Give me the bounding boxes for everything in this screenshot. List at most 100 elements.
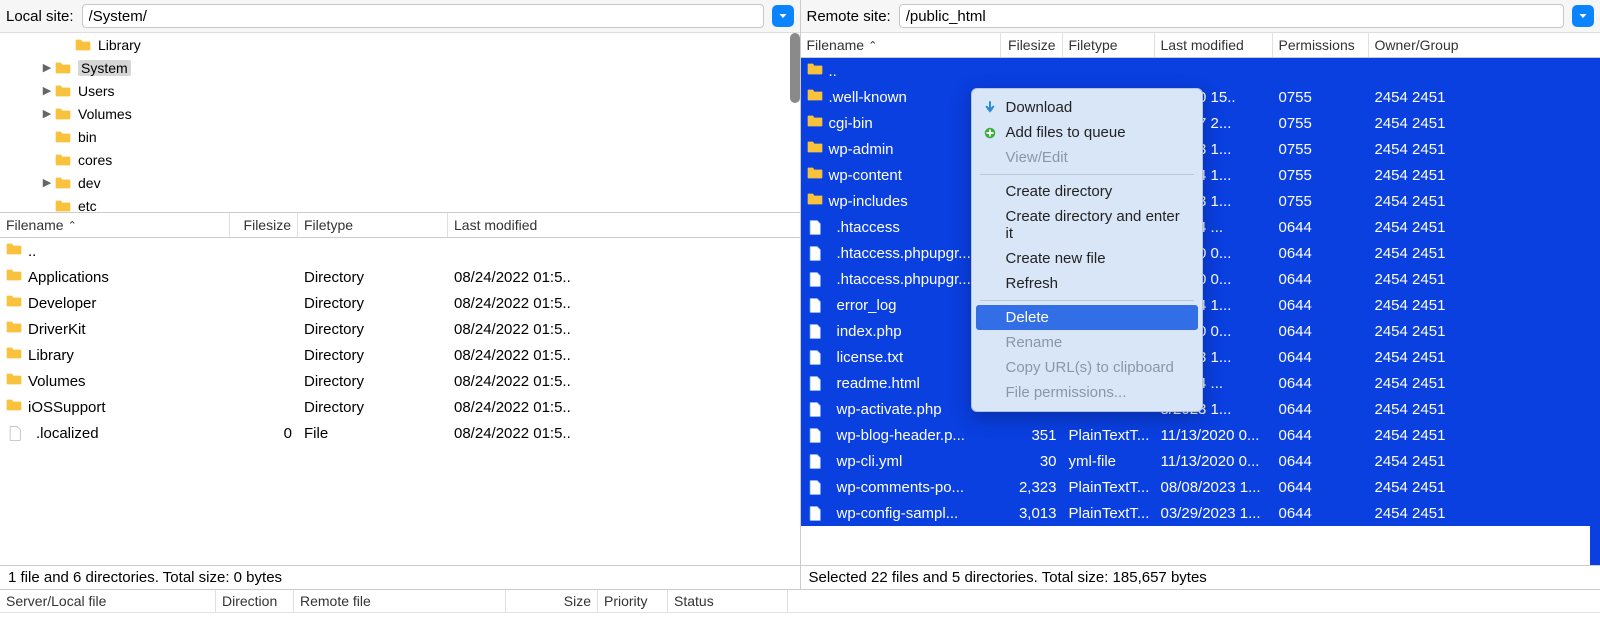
file-owner: 2454 2451 (1369, 349, 1479, 366)
file-name: wp-cli.yml (837, 453, 903, 470)
tree-item[interactable]: ▶Users (0, 79, 800, 102)
file-owner: 2454 2451 (1369, 141, 1479, 158)
col-permissions[interactable]: Permissions (1273, 33, 1369, 57)
file-row[interactable]: VolumesDirectory08/24/2022 01:5.. (0, 368, 800, 394)
col-lastmod[interactable]: Last modified (1155, 33, 1273, 57)
col-filename[interactable]: Filename⌃ (801, 33, 1001, 57)
disclosure-caret[interactable]: ▶ (40, 61, 54, 74)
tree-item[interactable]: Library (0, 33, 800, 56)
tree-item[interactable]: cores (0, 148, 800, 171)
file-row[interactable]: DriverKitDirectory08/24/2022 01:5.. (0, 316, 800, 342)
file-modified: 08/24/2022 01:5.. (448, 399, 608, 416)
file-icon (807, 297, 825, 313)
remote-pane: Remote site: Filename⌃ Filesize Filetype… (801, 0, 1600, 590)
file-name: wp-activate.php (837, 401, 942, 418)
menu-refresh[interactable]: Refresh (972, 271, 1202, 296)
folder-icon (54, 83, 72, 99)
tree-item[interactable]: ▶dev (0, 171, 800, 194)
tree-item[interactable]: bin (0, 125, 800, 148)
menu-download[interactable]: Download (972, 95, 1202, 120)
col-filename[interactable]: Filename⌃ (0, 213, 230, 237)
disclosure-caret[interactable]: ▶ (40, 84, 54, 97)
file-row[interactable]: ApplicationsDirectory08/24/2022 01:5.. (0, 264, 800, 290)
qcol-size[interactable]: Size (506, 590, 598, 612)
qcol-remote[interactable]: Remote file (294, 590, 506, 612)
sort-asc-icon: ⌃ (68, 219, 77, 232)
menu-separator (980, 174, 1194, 175)
tree-item[interactable]: ▶Volumes (0, 102, 800, 125)
file-icon (6, 425, 24, 441)
qcol-status[interactable]: Status (668, 590, 788, 612)
scrollbar[interactable] (1590, 58, 1600, 565)
file-owner: 2454 2451 (1369, 271, 1479, 288)
file-icon (807, 453, 825, 469)
app-root: Local site: Library▶System▶Users▶Volumes… (0, 0, 1600, 625)
file-icon (807, 505, 825, 521)
remote-filelist[interactable]: ...well-known3/2020 15..07552454 2451cgi… (801, 58, 1600, 565)
file-row[interactable]: .. (0, 238, 800, 264)
file-owner: 2454 2451 (1369, 453, 1479, 470)
qcol-priority[interactable]: Priority (598, 590, 668, 612)
col-filesize[interactable]: Filesize (1001, 33, 1063, 57)
file-owner: 2454 2451 (1369, 297, 1479, 314)
col-lastmod[interactable]: Last modified (448, 213, 608, 237)
file-name: Library (28, 347, 74, 364)
file-name: .. (829, 63, 837, 80)
file-row[interactable]: wp-cli.yml30yml-file11/13/2020 0...06442… (801, 448, 1600, 474)
folder-icon (74, 37, 92, 53)
file-row[interactable]: LibraryDirectory08/24/2022 01:5.. (0, 342, 800, 368)
chevron-down-icon (1577, 10, 1589, 22)
file-name: index.php (837, 323, 902, 340)
disclosure-caret[interactable]: ▶ (40, 107, 54, 120)
tree-item-label: cores (78, 152, 112, 168)
menu-create-file[interactable]: Create new file (972, 246, 1202, 271)
tree-item[interactable]: etc (0, 194, 800, 213)
col-owner[interactable]: Owner/Group (1369, 33, 1479, 57)
file-owner: 2454 2451 (1369, 219, 1479, 236)
queue-headers: Server/Local file Direction Remote file … (0, 590, 1600, 613)
local-headers: Filename⌃ Filesize Filetype Last modifie… (0, 213, 800, 238)
col-filetype[interactable]: Filetype (1063, 33, 1155, 57)
file-icon (807, 375, 825, 391)
file-name: wp-config-sampl... (837, 505, 959, 522)
disclosure-caret[interactable]: ▶ (40, 176, 54, 189)
file-name: wp-blog-header.p... (837, 427, 965, 444)
file-row[interactable]: DeveloperDirectory08/24/2022 01:5.. (0, 290, 800, 316)
scrollbar[interactable] (790, 33, 800, 103)
folder-icon (807, 192, 823, 210)
file-row[interactable]: wp-blog-header.p...351PlainTextT...11/13… (801, 422, 1600, 448)
file-permissions: 0644 (1273, 349, 1369, 366)
file-permissions: 0644 (1273, 427, 1369, 444)
file-row[interactable]: iOSSupportDirectory08/24/2022 01:5.. (0, 394, 800, 420)
file-row[interactable]: wp-comments-po...2,323PlainTextT...08/08… (801, 474, 1600, 500)
local-path-dropdown[interactable] (772, 5, 794, 27)
file-type: Directory (298, 321, 448, 338)
file-size: 30 (1001, 453, 1063, 470)
file-modified: 08/08/2023 1... (1155, 479, 1273, 496)
file-row[interactable]: .localized0File08/24/2022 01:5.. (0, 420, 800, 446)
file-icon (807, 245, 825, 261)
file-row[interactable]: .. (801, 58, 1600, 84)
menu-create-dir[interactable]: Create directory (972, 179, 1202, 204)
menu-add-queue[interactable]: Add files to queue (972, 120, 1202, 145)
file-name: DriverKit (28, 321, 86, 338)
remote-path-input[interactable] (899, 4, 1564, 28)
menu-delete[interactable]: Delete (976, 305, 1198, 330)
download-icon (982, 100, 998, 116)
file-owner: 2454 2451 (1369, 375, 1479, 392)
tree-item[interactable]: ▶System (0, 56, 800, 79)
col-filetype[interactable]: Filetype (298, 213, 448, 237)
chevron-down-icon (777, 10, 789, 22)
local-filelist[interactable]: ..ApplicationsDirectory08/24/2022 01:5..… (0, 238, 800, 565)
file-row[interactable]: wp-config-sampl...3,013PlainTextT...03/2… (801, 500, 1600, 526)
local-tree[interactable]: Library▶System▶Users▶Volumesbin cores ▶dev… (0, 33, 800, 213)
remote-path-dropdown[interactable] (1572, 5, 1594, 27)
local-path-input[interactable] (82, 4, 764, 28)
file-name: readme.html (837, 375, 920, 392)
menu-create-dir-enter[interactable]: Create directory and enter it (972, 204, 1202, 246)
file-size: 0 (230, 425, 298, 442)
qcol-server[interactable]: Server/Local file (0, 590, 216, 612)
col-filesize[interactable]: Filesize (230, 213, 298, 237)
qcol-direction[interactable]: Direction (216, 590, 294, 612)
file-name: .htaccess.phpupgr... (837, 245, 971, 262)
